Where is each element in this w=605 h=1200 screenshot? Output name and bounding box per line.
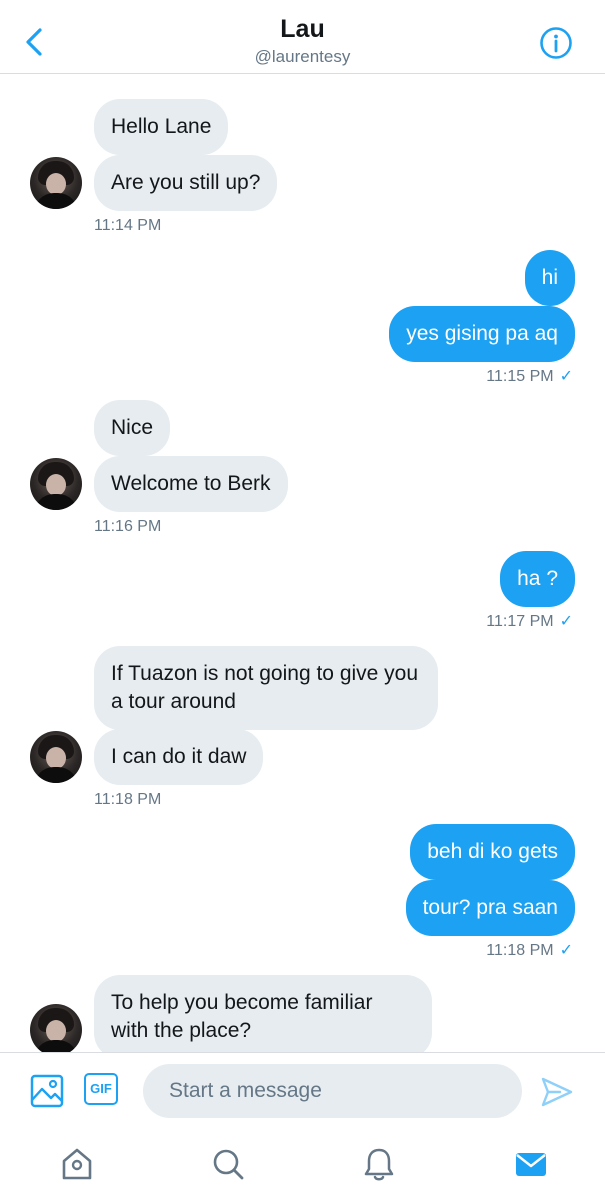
tab-notifications[interactable] [359,1144,399,1184]
message-timestamp: 11:16 PM [94,518,162,535]
timestamp-text: 11:15 PM [486,368,554,385]
notifications-icon [364,1148,394,1181]
conversation-handle: @laurentesy [254,47,351,66]
message-timestamp: 11:18 PM [94,791,162,808]
read-check-icon: ✓ [559,368,573,385]
gif-button[interactable]: GIF [84,1073,118,1105]
message-bubble-incoming[interactable]: Are you still up? [94,155,278,211]
search-icon [213,1149,244,1180]
send-button[interactable] [540,1075,574,1109]
message-bubble-incoming[interactable]: I can do it daw [94,729,264,785]
message-bubble-outgoing[interactable]: hi [524,250,575,306]
conversation-header: Lau @laurentesy [0,0,605,74]
message-bubble-incoming[interactable]: If Tuazon is not going to give you a tou… [94,646,438,730]
message-bubble-outgoing[interactable]: ha ? [500,551,575,607]
message-timestamp: 11:14 PM [94,217,162,234]
add-media-button[interactable] [29,1073,65,1109]
message-bubble-outgoing[interactable]: tour? pra saan [405,880,575,936]
avatar[interactable] [30,1004,82,1052]
message-timestamp: 11:17 PM ✓ [486,612,573,632]
message-bubble-incoming[interactable]: Hello Lane [94,99,229,155]
tab-home[interactable] [57,1144,97,1184]
message-thread[interactable]: Hello Lane Are you still up? 11:14 PM hi… [0,74,605,1052]
tab-search[interactable] [208,1144,248,1184]
message-bubble-incoming[interactable]: To help you become familiar with the pla… [94,975,432,1052]
message-timestamp: 11:18 PM ✓ [486,941,573,961]
avatar[interactable] [30,731,82,783]
read-check-icon: ✓ [559,613,573,630]
timestamp-text: 11:18 PM [486,942,554,959]
timestamp-text: 11:17 PM [486,613,554,630]
message-input[interactable] [143,1064,522,1118]
image-icon [30,1074,64,1108]
message-bubble-outgoing[interactable]: yes gising pa aq [389,306,575,362]
send-icon [541,1077,573,1107]
message-timestamp: 11:15 PM ✓ [486,367,573,387]
message-composer: GIF [0,1052,605,1130]
message-bubble-incoming[interactable]: Welcome to Berk [94,456,288,512]
messages-icon [516,1153,546,1176]
info-button[interactable] [539,26,573,60]
info-icon [540,27,572,59]
message-bubble-incoming[interactable]: Nice [94,400,171,456]
read-check-icon: ✓ [559,942,573,959]
home-icon [62,1148,92,1180]
avatar[interactable] [30,458,82,510]
avatar[interactable] [30,157,82,209]
tab-messages[interactable] [511,1144,551,1184]
conversation-title: Lau [280,15,325,43]
bottom-tab-bar [0,1130,605,1200]
message-bubble-outgoing[interactable]: beh di ko gets [410,824,575,880]
title-block[interactable]: Lau @laurentesy [0,14,605,68]
